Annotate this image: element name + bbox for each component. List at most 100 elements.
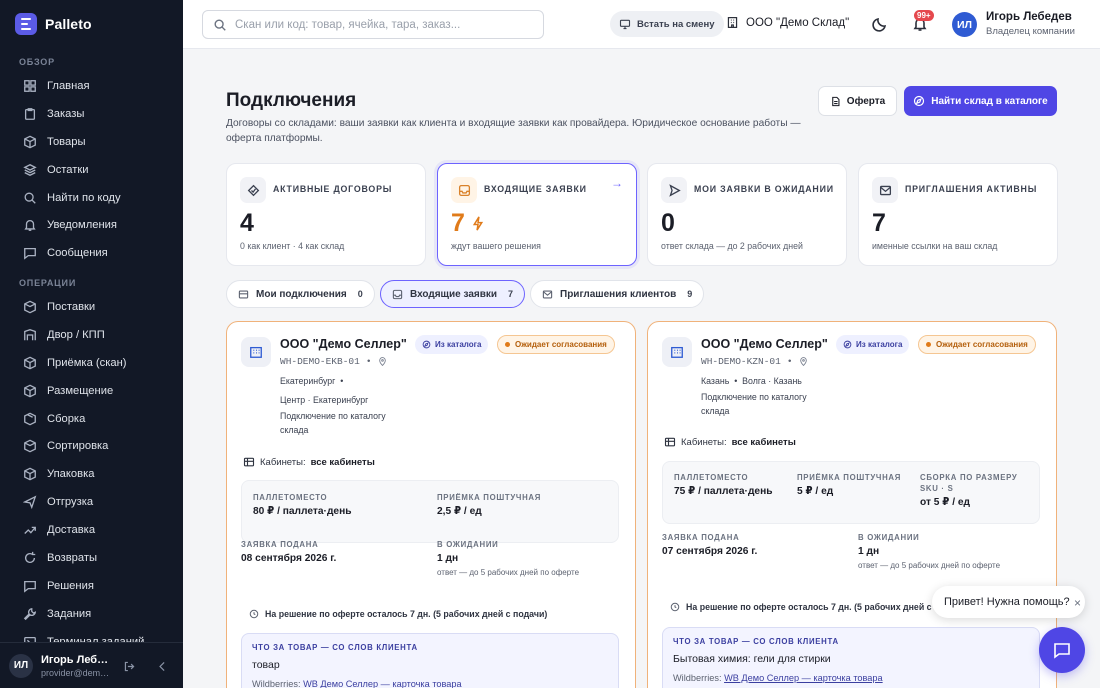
badge-label: Из каталога — [856, 340, 903, 349]
bell-icon — [24, 220, 36, 232]
goods-link[interactable]: WB Демо Селлер — карточка товара — [303, 679, 462, 688]
handshake-icon — [240, 177, 266, 203]
logout-icon[interactable] — [123, 660, 136, 673]
sidebar-item-supplies[interactable]: Поставки — [10, 293, 174, 321]
wrench-icon — [23, 607, 37, 620]
user-role: Владелец компании — [986, 26, 1075, 37]
document-icon — [831, 96, 840, 106]
request-card[interactable]: ООО "Демо Селлер" WH-DEMO-EKB-01 • Из ка… — [226, 321, 636, 688]
message-icon — [24, 248, 36, 260]
goods-label: ЧТО ЗА ТОВАР — СО СЛОВ КЛИЕНТА — [252, 643, 418, 652]
tab-client-invites[interactable]: Приглашения клиентов 9 — [530, 280, 705, 308]
mail-icon — [542, 290, 553, 298]
sidebar-item-label: Сборка — [47, 412, 86, 425]
trend-icon — [24, 526, 36, 535]
tab-my-connections[interactable]: Мои подключения 0 — [226, 280, 375, 308]
sort-icon — [24, 439, 36, 453]
app-logo[interactable]: Palleto — [15, 13, 92, 35]
start-shift-button[interactable]: Встать на смену — [610, 11, 724, 37]
goods-link[interactable]: WB Демо Селлер — карточка товара — [724, 673, 883, 683]
offer-button-label: Оферта — [846, 95, 886, 107]
sidebar-item-decisions[interactable]: Решения — [10, 572, 174, 600]
sidebar-item-packing[interactable]: Упаковка — [10, 460, 174, 488]
request-card[interactable]: ООО "Демо Селлер" WH-DEMO-KZN-01 • Из ка… — [647, 321, 1057, 688]
chat-greeting-bubble[interactable]: Привет! Нужна помощь? — [932, 586, 1085, 618]
tariff-value: 80 ₽ / паллета·день — [253, 506, 352, 517]
page-title: Подключения — [226, 90, 357, 111]
company-name: ООО "Демо Склад" — [746, 16, 850, 29]
app-name: Palleto — [45, 16, 92, 32]
stat-caption: ответ склада — до 2 рабочих дней — [661, 241, 803, 251]
sidebar-item-yard[interactable]: Двор / КПП — [10, 321, 174, 349]
sidebar-item-label: Остатки — [47, 163, 89, 176]
compass-icon — [843, 340, 852, 349]
sidebar-item-notifications[interactable]: Уведомления — [10, 211, 174, 239]
sidebar-item-shipping[interactable]: Отгрузка — [10, 488, 174, 516]
tariff-key: ПАЛЛЕТОМЕСТО — [253, 493, 328, 502]
sidebar-item-messages[interactable]: Сообщения — [10, 239, 174, 267]
sidebar-item-find-by-code[interactable]: Найти по коду — [10, 184, 174, 212]
logo-icon — [15, 13, 37, 35]
from-catalog-badge: Из каталога — [415, 335, 489, 354]
sidebar-item-receiving[interactable]: Приёмка (скан) — [10, 349, 174, 377]
sidebar-item-home[interactable]: Главная — [10, 72, 174, 100]
search-input[interactable] — [235, 18, 525, 31]
status-dot — [505, 342, 510, 347]
truck-icon — [24, 300, 36, 314]
package-icon — [24, 412, 36, 425]
sidebar-item-sorting[interactable]: Сортировка — [10, 432, 174, 460]
location: Казань • Волга · Казань — [701, 375, 802, 389]
collapse-chevron-icon[interactable] — [156, 660, 169, 673]
message-icon — [24, 580, 36, 593]
avatar[interactable]: ИЛ — [9, 653, 33, 678]
meta-key: В ОЖИДАНИИ — [437, 540, 499, 549]
avatar[interactable]: ИЛ — [952, 12, 977, 37]
goods-description: ЧТО ЗА ТОВАР — СО СЛОВ КЛИЕНТА товар Wil… — [241, 633, 619, 688]
sidebar-item-returns[interactable]: Возвраты — [10, 544, 174, 572]
sidebar-item-tasks[interactable]: Задания — [10, 600, 174, 628]
stat-active-contracts: АКТИВНЫЕ ДОГОВОРЫ 4 0 как клиент · 4 как… — [226, 163, 426, 266]
stat-value: 7 — [451, 209, 465, 237]
tariff-value: 75 ₽ / паллета·день — [674, 486, 773, 497]
close-icon[interactable]: × — [1074, 596, 1081, 610]
search-box[interactable] — [202, 10, 544, 39]
find-warehouse-button[interactable]: Найти склад в каталоге — [904, 86, 1057, 116]
cabinets-value: все кабинеты — [731, 436, 796, 448]
package-icon — [24, 467, 36, 481]
meta-value: 1 дн — [858, 546, 880, 557]
stat-caption: ждут вашего решения — [451, 241, 541, 251]
stat-incoming-requests[interactable]: ВХОДЯЩИЕ ЗАЯВКИ → 7 ждут вашего решения — [437, 163, 637, 266]
sidebar-item-products[interactable]: Товары — [10, 128, 174, 156]
section-label-overview: ОБЗОР — [19, 57, 55, 67]
sidebar-item-label: Отгрузка — [47, 496, 94, 509]
stat-label: ПРИГЛАШЕНИЯ АКТИВНЫ — [905, 184, 1038, 194]
moon-icon[interactable] — [872, 16, 888, 32]
building-icon — [241, 337, 271, 367]
connection-type: Подключение по каталогу склада — [280, 411, 386, 435]
notifications-badge: 99+ — [914, 10, 934, 21]
sidebar-item-label: Товары — [47, 135, 86, 148]
pin-icon — [378, 357, 386, 366]
company-switcher[interactable]: ООО "Демо Склад" — [726, 16, 849, 29]
user-menu[interactable]: Игорь Лебедев Владелец компании — [986, 11, 1075, 37]
sidebar-item-picking[interactable]: Сборка — [10, 405, 174, 433]
deadline-notice: На решение по оферте осталось 7 дн. (5 р… — [670, 602, 968, 612]
tab-label: Приглашения клиентов — [560, 288, 677, 300]
waiting: В ОЖИДАНИИ 1 дн ответ — до 5 рабочих дней … — [437, 540, 579, 577]
sidebar-item-delivery[interactable]: Доставка — [10, 516, 174, 544]
sidebar-item-stock[interactable]: Остатки — [10, 156, 174, 184]
tab-incoming-requests[interactable]: Входящие заявки 7 — [380, 280, 526, 308]
sidebar-item-orders[interactable]: Заказы — [10, 100, 174, 128]
sidebar-item-placement[interactable]: Размещение — [10, 377, 174, 405]
find-warehouse-label: Найти склад в каталоге — [931, 95, 1048, 107]
goods-description: ЧТО ЗА ТОВАР — СО СЛОВ КЛИЕНТА Бытовая х… — [662, 627, 1040, 688]
tariff-value: 2,5 ₽ / ед — [437, 506, 482, 517]
chat-button[interactable] — [1039, 627, 1085, 673]
tariff-key: ПРИЁМКА ПОШТУЧНАЯ — [797, 473, 902, 482]
offer-button[interactable]: Оферта — [818, 86, 897, 116]
sidebar-item-label: Заказы — [47, 107, 85, 120]
tariff-key: ПРИЁМКА ПОШТУЧНАЯ — [437, 493, 542, 502]
clipboard-icon — [24, 107, 36, 120]
status-badge: Ожидает согласования — [497, 335, 615, 354]
arrow-right-icon[interactable]: → — [611, 176, 623, 190]
